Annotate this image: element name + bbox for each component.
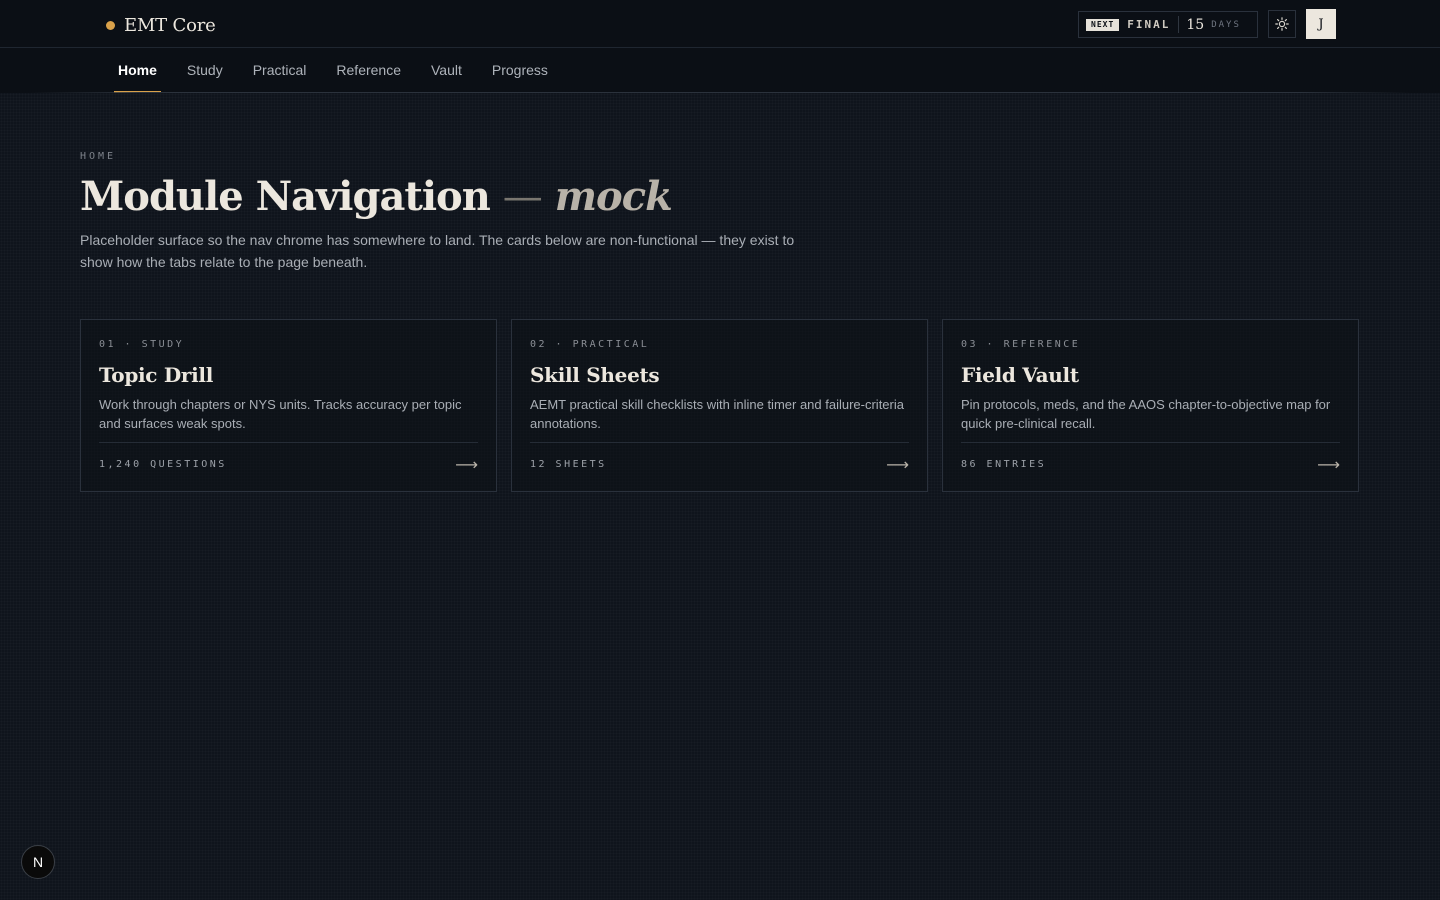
- brand-dot-icon: [106, 20, 115, 30]
- dev-tools-badge[interactable]: N: [21, 845, 55, 879]
- tab-home[interactable]: Home: [114, 48, 161, 93]
- card-title: Field Vault: [961, 363, 1079, 387]
- sun-icon: [1275, 17, 1289, 31]
- nav-divider: [30, 92, 1410, 93]
- card-footer: 12 SHEETS ⟶: [530, 442, 909, 486]
- page-title-main: Module Navigation: [80, 173, 491, 220]
- card-eyebrow: 02 · PRACTICAL: [530, 339, 650, 350]
- card-field-vault[interactable]: 03 · REFERENCE Field Vault Pin protocols…: [942, 319, 1359, 492]
- tab-practical[interactable]: Practical: [249, 48, 311, 92]
- tab-reference[interactable]: Reference: [332, 48, 405, 92]
- card-footer: 86 ENTRIES ⟶: [961, 442, 1340, 486]
- main-tabs: Home Study Practical Reference Vault Pro…: [114, 48, 574, 93]
- card-eyebrow: 03 · REFERENCE: [961, 339, 1081, 350]
- days-label: DAYS: [1211, 19, 1241, 30]
- page-description: Placeholder surface so the nav chrome ha…: [80, 232, 795, 270]
- tab-study[interactable]: Study: [183, 48, 227, 92]
- breadcrumb: HOME: [80, 151, 117, 162]
- days-remaining: 15: [1186, 16, 1205, 33]
- card-count: 1,240 QUESTIONS: [99, 459, 227, 470]
- card-count: 12 SHEETS: [530, 459, 607, 470]
- brand-name: EMT Core: [124, 14, 216, 36]
- top-bar: EMT Core NEXT FINAL 15 DAYS J: [0, 0, 1440, 48]
- page-title: Module Navigation — mock: [80, 173, 673, 220]
- card-footer: 1,240 QUESTIONS ⟶: [99, 442, 478, 486]
- card-description: AEMT practical skill checklists with inl…: [530, 397, 904, 431]
- card-topic-drill[interactable]: 01 · STUDY Topic Drill Work through chap…: [80, 319, 497, 492]
- user-avatar[interactable]: J: [1306, 9, 1336, 39]
- card-count: 86 ENTRIES: [961, 459, 1047, 470]
- arrow-right-icon[interactable]: ⟶: [1317, 455, 1340, 474]
- page-title-suffix: mock: [554, 173, 673, 220]
- card-description: Work through chapters or NYS units. Trac…: [99, 397, 462, 431]
- card-skill-sheets[interactable]: 02 · PRACTICAL Skill Sheets AEMT practic…: [511, 319, 928, 492]
- arrow-right-icon[interactable]: ⟶: [886, 455, 909, 474]
- page-title-dash: —: [502, 174, 543, 220]
- card-title: Topic Drill: [99, 363, 214, 387]
- brand[interactable]: EMT Core: [106, 14, 216, 36]
- next-tag: NEXT: [1086, 18, 1120, 31]
- card-eyebrow: 01 · STUDY: [99, 339, 185, 350]
- module-cards: 01 · STUDY Topic Drill Work through chap…: [80, 319, 1360, 492]
- card-title: Skill Sheets: [530, 363, 660, 387]
- exam-label: FINAL: [1127, 18, 1171, 31]
- theme-toggle-button[interactable]: [1268, 10, 1296, 38]
- exam-countdown: NEXT FINAL 15 DAYS: [1078, 11, 1258, 38]
- tab-vault[interactable]: Vault: [427, 48, 466, 92]
- countdown-divider: [1178, 16, 1180, 33]
- tab-progress[interactable]: Progress: [488, 48, 552, 92]
- card-description: Pin protocols, meds, and the AAOS chapte…: [961, 397, 1331, 431]
- arrow-right-icon[interactable]: ⟶: [455, 455, 478, 474]
